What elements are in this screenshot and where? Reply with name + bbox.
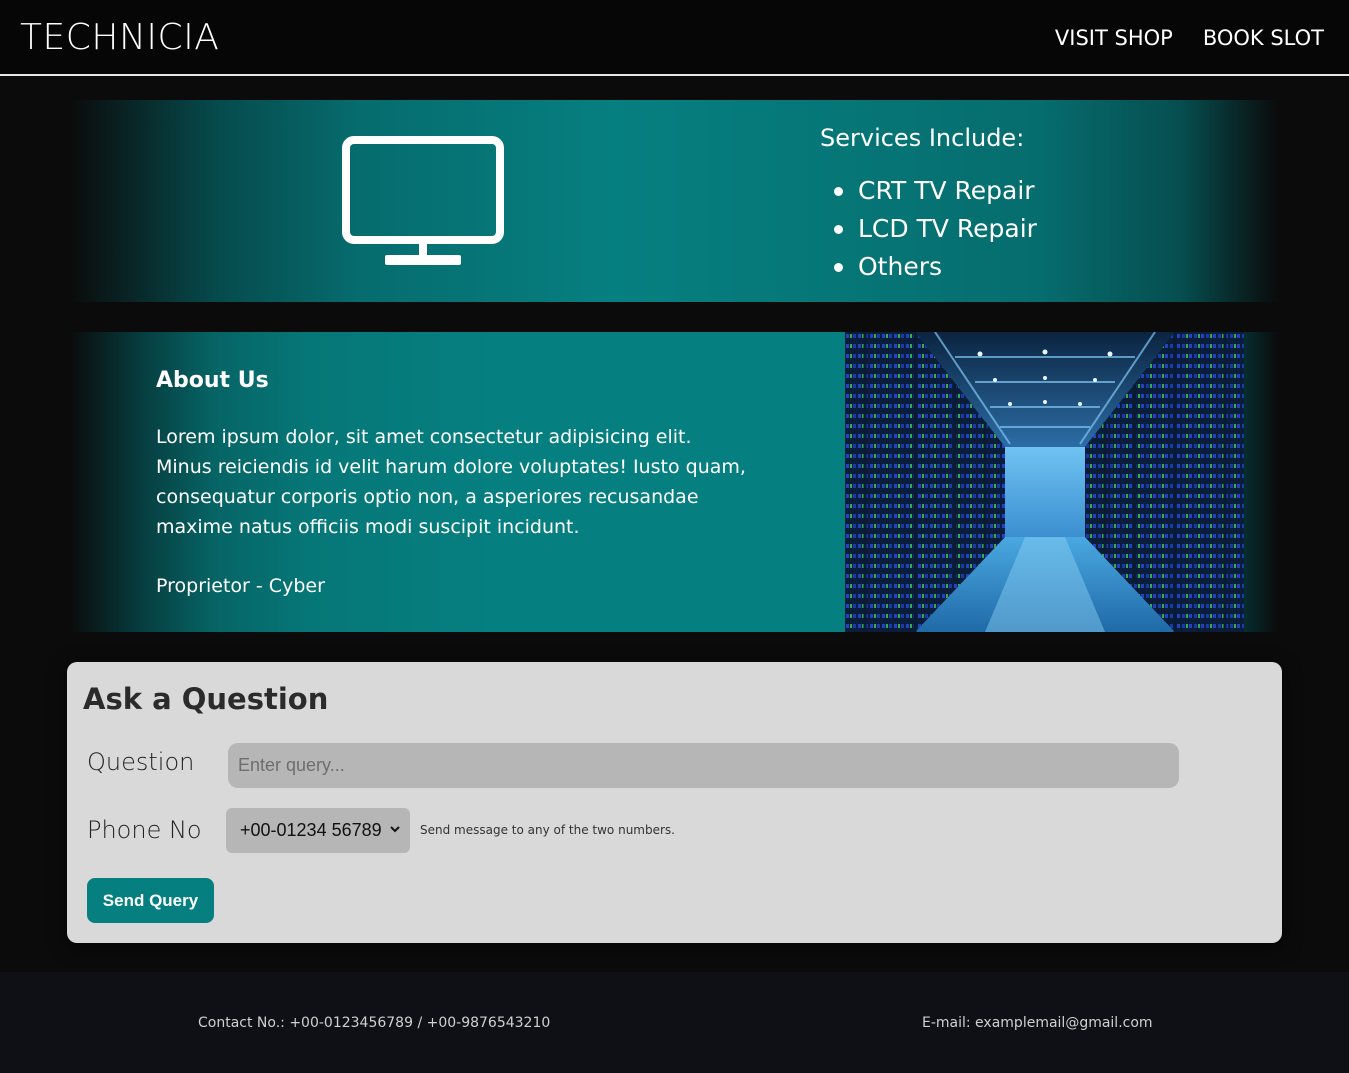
brand-logo-text[interactable]: TECHNICIA — [20, 16, 219, 60]
question-label: Question — [87, 748, 195, 776]
phone-number-select[interactable]: +00-01234 56789 — [226, 808, 410, 853]
footer-contact-numbers: Contact No.: +00-0123456789 / +00-987654… — [198, 1015, 551, 1031]
about-signature: Proprietor - Cyber — [156, 575, 325, 597]
chevron-down-icon — [390, 826, 400, 833]
service-item: CRT TV Repair — [830, 172, 1037, 210]
about-edge-fade — [1244, 332, 1278, 632]
service-item: LCD TV Repair — [830, 210, 1037, 248]
monitor-icon — [342, 136, 504, 265]
services-banner: Services Include: CRT TV Repair LCD TV R… — [70, 100, 1278, 302]
send-query-button[interactable]: Send Query — [87, 878, 214, 923]
ask-question-form: Ask a Question Question Phone No +00-012… — [67, 662, 1282, 943]
form-title: Ask a Question — [83, 682, 329, 716]
about-description: Lorem ipsum dolor, sit amet consectetur … — [156, 426, 746, 538]
footer-email: E-mail: examplemail@gmail.com — [922, 1015, 1153, 1031]
about-section: About Us Lorem ipsum dolor, sit amet con… — [70, 332, 1278, 632]
site-header: TECHNICIA VISIT SHOP BOOK SLOT — [0, 0, 1349, 76]
about-title: About Us — [156, 368, 269, 393]
service-item: Others — [830, 248, 1037, 286]
nav-book-slot-link[interactable]: BOOK SLOT — [1203, 24, 1324, 52]
services-title: Services Include: — [820, 124, 1025, 152]
nav-visit-shop-link[interactable]: VISIT SHOP — [1055, 24, 1173, 52]
server-room-image — [845, 332, 1244, 632]
question-input[interactable] — [228, 743, 1179, 788]
site-footer: Contact No.: +00-0123456789 / +00-987654… — [0, 972, 1349, 1073]
main-nav: VISIT SHOP BOOK SLOT — [1055, 24, 1324, 52]
phone-hint: Send message to any of the two numbers. — [420, 823, 675, 837]
phone-select-value: +00-01234 56789 — [240, 820, 382, 840]
phone-label: Phone No — [87, 816, 202, 844]
services-list: CRT TV Repair LCD TV Repair Others — [830, 172, 1037, 286]
